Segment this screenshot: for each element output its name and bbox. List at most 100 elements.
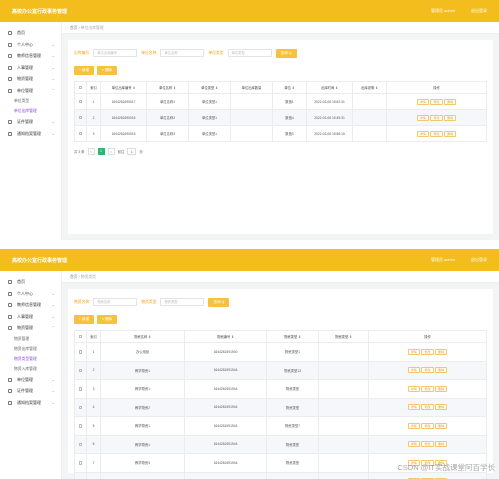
column-header: 物资类型 ⇕	[318, 330, 369, 343]
table-cell: 1644262490015	[100, 125, 147, 142]
edit-button[interactable]: 修改	[421, 404, 434, 411]
chevron-icon: ⌄	[51, 399, 55, 405]
pager-prev-button[interactable]: <	[87, 148, 95, 155]
row-checkbox[interactable]	[78, 461, 83, 465]
edit-button[interactable]: 修改	[430, 130, 443, 137]
sidebar-item[interactable]: 首页	[0, 27, 61, 39]
sidebar-item[interactable]: 物资管理 ⌄	[0, 73, 61, 85]
query-button[interactable]: 查询 Q	[275, 48, 297, 58]
current-user[interactable]: 管理员 admin	[431, 257, 455, 263]
sidebar-item[interactable]: 物资管理 ⌃	[0, 322, 61, 334]
watermark: CSDN @IT实战课堂阿百学长	[397, 463, 495, 472]
sidebar-item[interactable]: 教师信息管理 ⌄	[0, 299, 61, 311]
row-actions: 详情修改删除	[368, 360, 487, 380]
remove-button[interactable]: 删除	[435, 422, 448, 429]
remove-button[interactable]: 删除	[435, 385, 448, 392]
edit-button[interactable]: 修改	[421, 367, 434, 374]
sidebar-subitem[interactable]: 物资出库管理	[0, 344, 61, 354]
row-checkbox[interactable]	[78, 115, 83, 120]
table-cell	[318, 416, 369, 436]
detail-button[interactable]: 详情	[416, 114, 429, 121]
table-cell: 物资类型7	[266, 416, 319, 436]
row-checkbox[interactable]	[78, 99, 83, 104]
add-button[interactable]: + 新增	[74, 66, 94, 75]
sidebar-subitem[interactable]: 物资管理	[0, 334, 61, 344]
search-input-unit-type[interactable]: 单位类型	[227, 49, 272, 57]
edit-button[interactable]: 修改	[421, 385, 434, 392]
row-checkbox[interactable]	[78, 424, 83, 428]
select-all-header[interactable]	[74, 81, 87, 94]
select-all-checkbox[interactable]	[78, 85, 83, 90]
table-cell: 1644262490016	[100, 109, 147, 126]
row-checkbox[interactable]	[78, 387, 83, 391]
remove-button[interactable]: 删除	[435, 404, 448, 411]
logout-link[interactable]: 退出登录	[471, 257, 487, 263]
remove-button[interactable]: 删除	[444, 98, 457, 105]
row-checkbox[interactable]	[78, 368, 83, 373]
detail-button[interactable]: 详情	[407, 422, 420, 429]
detail-button[interactable]: 详情	[407, 404, 420, 411]
detail-button[interactable]: 详情	[407, 348, 420, 355]
sidebar-item[interactable]: 人事管理 ⌄	[0, 62, 61, 74]
pager-next-button[interactable]: >	[107, 148, 115, 155]
sidebar-subitem[interactable]: 物资入库管理	[0, 364, 61, 374]
sidebar-item[interactable]: 个人中心 ⌄	[0, 288, 61, 300]
breadcrumb-home[interactable]: 首页	[70, 275, 78, 279]
row-checkbox[interactable]	[78, 442, 83, 447]
delete-button[interactable]: × 删除	[97, 315, 117, 324]
sidebar-item[interactable]: 单位管理 ⌃	[0, 85, 61, 97]
edit-button[interactable]: 修改	[421, 348, 434, 355]
sidebar-item[interactable]: 单位管理 ⌄	[0, 374, 61, 386]
add-button[interactable]: + 新增	[74, 315, 94, 324]
remove-button[interactable]: 删除	[435, 348, 448, 355]
edit-button[interactable]: 修改	[430, 114, 443, 121]
column-header-label: 单位名称 ⇕	[159, 86, 176, 90]
sidebar-subitem[interactable]: 单位出库管理	[0, 106, 61, 116]
row-checkbox[interactable]	[78, 405, 83, 410]
pager-goto-input[interactable]: 1	[127, 148, 137, 155]
chevron-icon: ⌄	[51, 53, 55, 58]
detail-button[interactable]: 详情	[407, 367, 420, 374]
sidebar-item-label: 个人中心	[17, 41, 33, 47]
search-input-outbound-no[interactable]: 单位出库编号	[93, 49, 138, 57]
table-cell: 物资类型1	[266, 342, 319, 362]
edit-button[interactable]: 修改	[430, 98, 443, 105]
logout-link[interactable]: 退出登录	[471, 8, 487, 14]
row-actions: 详情修改删除	[386, 125, 487, 142]
remove-button[interactable]: 删除	[435, 441, 448, 448]
remove-button[interactable]: 删除	[444, 130, 457, 137]
current-user[interactable]: 管理员 admin	[431, 8, 455, 14]
row-actions: 详情修改删除	[368, 397, 487, 417]
column-header: 单位类型 ⇕	[188, 81, 231, 94]
delete-button[interactable]: × 删除	[97, 66, 117, 75]
sidebar-subitem[interactable]: 单位类型	[0, 96, 61, 106]
breadcrumb-home[interactable]: 首页	[70, 26, 78, 30]
search-input-unit-name[interactable]: 单位名称	[160, 49, 205, 57]
detail-button[interactable]: 详情	[407, 385, 420, 392]
column-header-label: 出库说明 ⇕	[361, 86, 378, 90]
remove-button[interactable]: 删除	[444, 114, 457, 121]
sidebar-item[interactable]: 通知档案管理 ⌄	[0, 128, 61, 140]
sidebar-item[interactable]: 证件管理 ⌄	[0, 116, 61, 128]
detail-button[interactable]: 详情	[416, 98, 429, 105]
sidebar-item[interactable]: 教师信息管理 ⌄	[0, 50, 61, 62]
detail-button[interactable]: 详情	[416, 130, 429, 137]
search-input-material-name[interactable]: 物资名称	[93, 298, 138, 306]
select-all-checkbox[interactable]	[78, 334, 83, 339]
sidebar-item[interactable]: 通知档案管理 ⌄	[0, 397, 61, 409]
query-button[interactable]: 查询 Q	[208, 297, 230, 307]
sidebar-item[interactable]: 个人中心 ⌄	[0, 39, 61, 51]
edit-button[interactable]: 修改	[421, 422, 434, 429]
sidebar-item[interactable]: 首页	[0, 276, 61, 288]
pager-page-current[interactable]: 1	[97, 148, 105, 155]
row-checkbox[interactable]	[78, 131, 83, 136]
search-input-material-type[interactable]: 物资类型	[160, 298, 205, 306]
sidebar-subitem[interactable]: 物资类型管理	[0, 354, 61, 364]
sidebar-item[interactable]: 人事管理 ⌄	[0, 311, 61, 323]
detail-button[interactable]: 详情	[407, 441, 420, 448]
row-checkbox[interactable]	[78, 350, 83, 354]
edit-button[interactable]: 修改	[421, 441, 434, 448]
remove-button[interactable]: 删除	[435, 367, 448, 374]
select-all-header[interactable]	[74, 330, 87, 343]
sidebar-item[interactable]: 证件管理 ⌄	[0, 385, 61, 397]
